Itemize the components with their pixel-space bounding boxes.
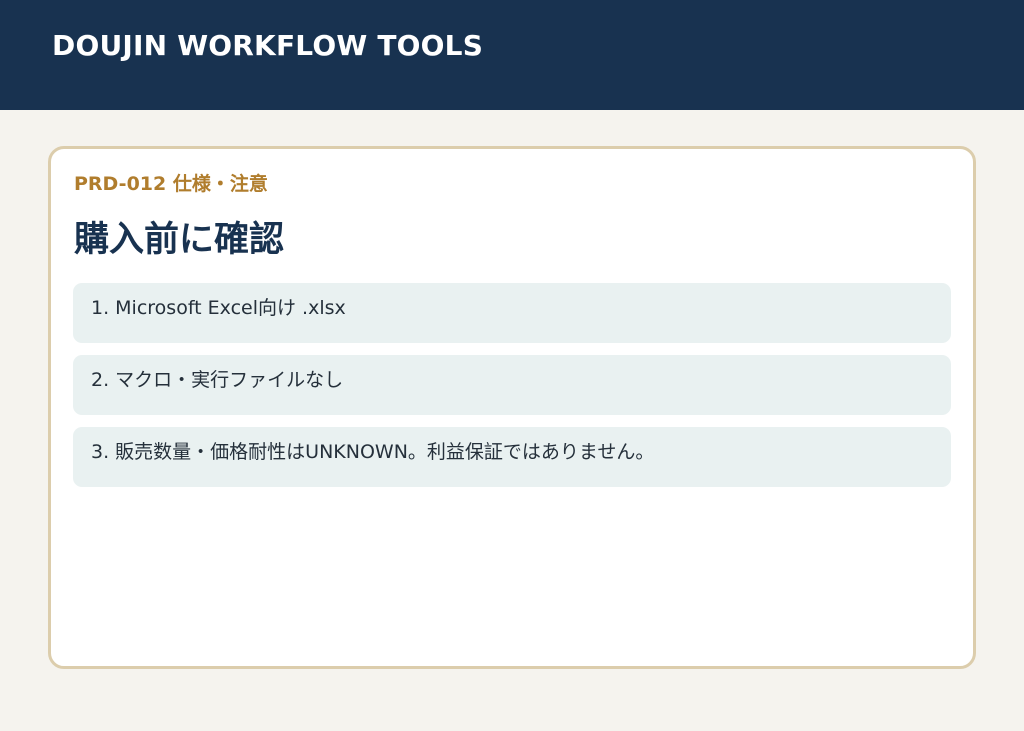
site-title: DOUJIN WORKFLOW TOOLS: [52, 29, 484, 62]
card-title: 購入前に確認: [74, 220, 285, 260]
list-item: 1. Microsoft Excel向け .xlsx: [73, 283, 951, 343]
product-code-label: PRD-012 仕様・注意: [74, 173, 268, 195]
list-item: 2. マクロ・実行ファイルなし: [73, 355, 951, 415]
site-header: DOUJIN WORKFLOW TOOLS: [0, 0, 1024, 110]
list-item: 3. 販売数量・価格耐性はUNKNOWN。利益保証ではありません。: [73, 427, 951, 487]
check-list: 1. Microsoft Excel向け .xlsx 2. マクロ・実行ファイル…: [73, 283, 951, 499]
notice-card: PRD-012 仕様・注意 購入前に確認 1. Microsoft Excel向…: [48, 146, 976, 669]
